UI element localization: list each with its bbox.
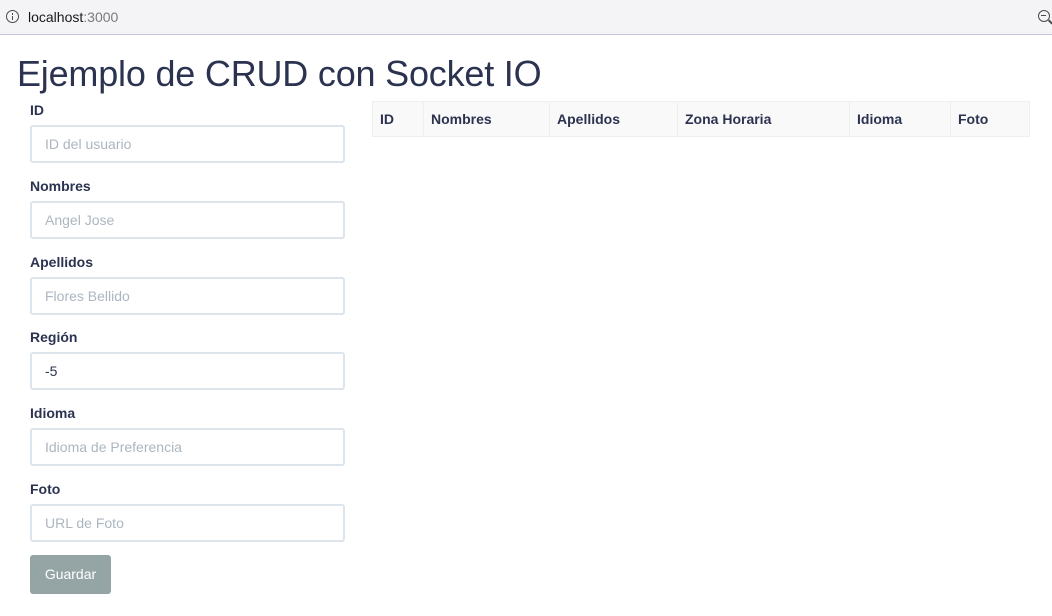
column-header-nombres: Nombres	[423, 101, 550, 137]
url-host: localhost	[28, 9, 84, 25]
column-header-zona-horaria: Zona Horaria	[677, 101, 850, 137]
url-port: :3000	[83, 9, 119, 25]
column-header-id: ID	[372, 101, 424, 137]
column-header-idioma: Idioma	[849, 101, 951, 137]
apellidos-label: Apellidos	[30, 254, 94, 270]
id-input[interactable]	[30, 125, 345, 163]
save-button[interactable]: Guardar	[30, 555, 111, 594]
foto-input[interactable]	[30, 504, 345, 542]
zoom-out-icon[interactable]	[1038, 10, 1050, 22]
apellidos-input[interactable]	[30, 277, 345, 315]
page-title: Ejemplo de CRUD con Socket IO	[17, 53, 542, 94]
table-header-row: ID Nombres Apellidos Zona Horaria Idioma…	[372, 101, 1030, 137]
idioma-input[interactable]	[30, 428, 345, 466]
nombres-label: Nombres	[30, 178, 91, 194]
info-icon[interactable]	[6, 10, 19, 23]
url-text[interactable]: localhost:3000	[28, 9, 118, 25]
users-table: ID Nombres Apellidos Zona Horaria Idioma…	[372, 101, 1030, 137]
foto-label: Foto	[30, 481, 61, 497]
region-label: Región	[30, 329, 78, 345]
column-header-apellidos: Apellidos	[549, 101, 678, 137]
address-bar[interactable]: localhost:3000	[0, 0, 1052, 35]
id-label: ID	[30, 102, 44, 118]
region-input[interactable]	[30, 352, 345, 390]
column-header-foto: Foto	[950, 101, 1030, 137]
idioma-label: Idioma	[30, 405, 76, 421]
nombres-input[interactable]	[30, 201, 345, 239]
